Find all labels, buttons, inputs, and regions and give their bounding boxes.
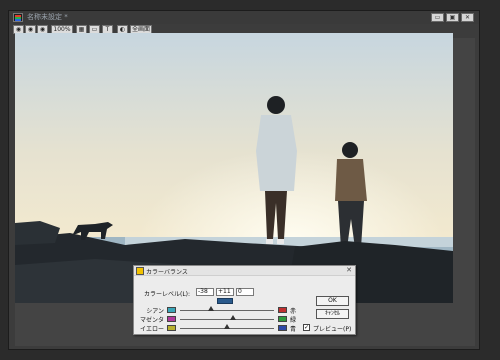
app-icon (13, 13, 23, 22)
preview-checkbox[interactable]: ✓ (303, 324, 310, 331)
cyan-red-level-input[interactable]: -38 (196, 288, 214, 296)
photo-canvas[interactable] (15, 33, 453, 303)
yellow-blue-slider[interactable]: イエロー 青 (136, 324, 297, 333)
slider-thumb[interactable] (229, 315, 236, 320)
slider-thumb[interactable] (208, 306, 215, 311)
slider-track (180, 319, 274, 320)
red-swatch (278, 307, 287, 313)
cyan-swatch (167, 307, 176, 313)
close-button[interactable]: ✕ (461, 13, 474, 22)
green-swatch (278, 316, 287, 322)
photo-image (15, 33, 453, 303)
minimize-button[interactable]: ▭ (431, 13, 444, 22)
dialog-close-icon[interactable]: ✕ (346, 266, 352, 274)
magenta-swatch (167, 316, 176, 322)
cancel-button[interactable]: ｷｬﾝｾﾙ (316, 309, 349, 319)
color-level-label: カラーレベル(L): (144, 291, 191, 298)
yellow-swatch (167, 325, 176, 331)
green-label: 緑 (290, 317, 297, 324)
blue-swatch (278, 325, 287, 331)
red-label: 赤 (290, 308, 297, 315)
slider-track (180, 310, 274, 311)
yellow-label: イエロー (140, 326, 164, 333)
slider-thumb[interactable] (224, 324, 230, 329)
restore-button[interactable]: ▣ (446, 13, 459, 22)
color-preview-swatch (217, 298, 233, 304)
cyan-label: シアン (146, 308, 164, 315)
dialog-title: カラーバランス (146, 269, 188, 276)
magenta-green-slider[interactable]: マゼンタ 緑 (136, 315, 297, 324)
preview-label: プレビュー(P) (313, 326, 352, 333)
yellow-blue-level-input[interactable]: 0 (236, 288, 254, 296)
magenta-green-level-input[interactable]: +11 (216, 288, 234, 296)
cyan-red-slider[interactable]: シアン 赤 (136, 306, 297, 315)
title-bar: 名称未設定 * ▭ ▣ ✕ (9, 11, 479, 24)
ok-button[interactable]: OK (316, 296, 349, 306)
dialog-title-bar: カラーバランス ✕ (134, 266, 355, 276)
color-balance-dialog: カラーバランス ✕ カラーレベル(L): -38 +11 0 シアン 赤 マゼン… (133, 265, 356, 335)
color-balance-icon (136, 267, 144, 275)
blue-label: 青 (290, 326, 297, 333)
window-title: 名称未設定 * (27, 13, 68, 21)
magenta-label: マゼンタ (139, 317, 164, 324)
